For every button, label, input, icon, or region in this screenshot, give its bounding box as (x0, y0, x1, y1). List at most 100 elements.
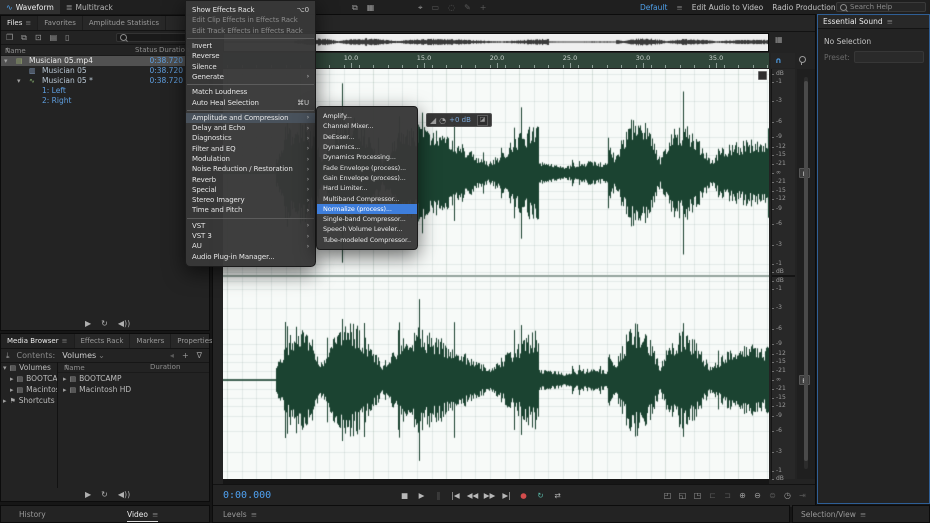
preset-dropdown[interactable] (854, 51, 924, 63)
timecode-display[interactable]: 0:00.000 (223, 490, 271, 501)
toggle-panels-icon[interactable]: ⧉ (352, 3, 358, 12)
fade-out-handle[interactable] (758, 71, 767, 80)
menu-item-channel-mixer[interactable]: Channel Mixer... (317, 121, 417, 131)
view-button-multitrack[interactable]: ≣Multitrack (60, 0, 119, 14)
column-duration[interactable]: Duration (150, 363, 180, 371)
view-button-waveform[interactable]: ∿Waveform (0, 0, 60, 14)
menu-item-hard-limiter[interactable]: Hard Limiter... (317, 183, 417, 193)
file-row-musician-05-mp4[interactable]: ▾▤Musician 05.mp40:38.720 (1, 56, 209, 66)
menu-item-deesser[interactable]: DeEsser... (317, 132, 417, 142)
menu-item-audio-plug-in-manager[interactable]: Audio Plug-in Manager... (186, 252, 315, 262)
menu-item-diagnostics[interactable]: Diagnostics› (186, 133, 315, 143)
panel-menu-icon[interactable]: ≡ (62, 337, 68, 345)
workspace-default[interactable]: Default (640, 3, 667, 12)
menu-item-edit-clip-effects-in-effects-rack[interactable]: Edit Clip Effects in Effects Rack (186, 15, 315, 25)
marquee-selection-tool-icon[interactable]: ▭ (432, 3, 440, 12)
tab-essential-sound[interactable]: Essential Sound≡ (818, 15, 929, 29)
twirl-right-icon[interactable]: ▸ (10, 375, 14, 383)
menu-item-silence[interactable]: Silence (186, 61, 315, 71)
add-shortcut-icon[interactable]: + (182, 351, 189, 360)
menu-item-delay-and-echo[interactable]: Delay and Echo› (186, 123, 315, 133)
twirl-right-icon[interactable]: ▸ (10, 386, 14, 394)
media-list-row-bootcamp[interactable]: ▸▤BOOTCAMP (58, 373, 209, 384)
tab-amplitude-statistics[interactable]: Amplitude Statistics (83, 16, 166, 30)
menu-item-filter-and-eq[interactable]: Filter and EQ› (186, 144, 315, 154)
menu-item-match-loudness[interactable]: Match Loudness (186, 87, 315, 97)
time-selection-tool-icon[interactable]: ⌖ (418, 3, 423, 12)
zoom-reset-button[interactable]: ◷ (781, 489, 794, 502)
zoom-in-point-button[interactable]: ◰ (661, 489, 674, 502)
file-row-musician-05[interactable]: ▥Musician 050:38.720 (1, 66, 209, 76)
menu-item-amplitude-and-compression[interactable]: Amplitude and Compression› (186, 113, 315, 123)
paintbrush-tool-icon[interactable]: ✎ (464, 3, 471, 12)
move-cti-next-button[interactable]: ▶| (499, 489, 514, 502)
fast-forward-button[interactable]: ▶▶ (482, 489, 497, 502)
download-media-icon[interactable]: ⤓ (6, 351, 10, 361)
hud-settings-button[interactable]: ◪ (477, 115, 488, 126)
menu-item-tube-modeled-compressor[interactable]: Tube-modeled Compressor... (317, 235, 417, 245)
panel-menu-icon[interactable]: ≡ (25, 19, 31, 27)
tab-levels[interactable]: Levels≡ (223, 510, 257, 519)
menu-item-noise-reduction-restoration[interactable]: Noise Reduction / Restoration› (186, 164, 315, 174)
menu-item-reverse[interactable]: Reverse (186, 51, 315, 61)
knob-icon[interactable]: ◔ (439, 116, 446, 125)
workspace-item-radio-production[interactable]: Radio Production (772, 3, 835, 12)
loop-button[interactable]: ↻ (101, 490, 108, 499)
trash-icon[interactable]: ▯ (65, 33, 69, 43)
file-row-2-right[interactable]: 2: Right (1, 96, 209, 106)
play-button[interactable]: ▶ (414, 489, 429, 502)
menu-item-stereo-imagery[interactable]: Stereo Imagery› (186, 195, 315, 205)
tree-item-macintosh-hd[interactable]: ▸▤Macintosh HD (1, 384, 57, 395)
menu-item-dynamics-processing[interactable]: Dynamics Processing... (317, 152, 417, 162)
menu-item-dynamics[interactable]: Dynamics... (317, 142, 417, 152)
zoom-selection-right-button[interactable]: ⊐ (721, 489, 734, 502)
tree-item-shortcuts[interactable]: ▸⚑Shortcuts (1, 395, 57, 406)
pause-button[interactable]: ‖ (431, 489, 446, 502)
menu-item-vst[interactable]: VST› (186, 221, 315, 231)
menu-item-show-effects-rack[interactable]: Show Effects Rack⌥0 (186, 5, 315, 15)
zoom-selection-left-button[interactable]: ⊏ (706, 489, 719, 502)
filter-icon[interactable]: ∇ (197, 351, 202, 360)
back-icon[interactable]: ◂ (170, 351, 174, 360)
speaker-icon[interactable]: ◀)) (118, 490, 130, 499)
column-status[interactable]: Status (135, 46, 157, 54)
zoom-in-time-button[interactable]: ⊕ (736, 489, 749, 502)
spot-healing-tool-icon[interactable]: + (480, 3, 487, 12)
workspace-menu-icon[interactable]: ≡ (676, 3, 682, 12)
zoom-out-time-button[interactable]: ⊖ (751, 489, 764, 502)
tab-history[interactable]: History (19, 510, 46, 519)
grid-options-icon[interactable]: ▦ (775, 35, 783, 44)
workspace-item-edit-audio-to-video[interactable]: Edit Audio to Video (692, 3, 764, 12)
menu-item-edit-track-effects-in-effects-rack[interactable]: Edit Track Effects in Effects Rack (186, 26, 315, 36)
tree-item-volumes[interactable]: ▾▤Volumes (1, 362, 57, 373)
menu-item-au[interactable]: AU› (186, 241, 315, 251)
tab-markers[interactable]: Markers (130, 334, 171, 348)
twirl-right-icon[interactable]: ▸ (3, 397, 7, 405)
menu-item-modulation[interactable]: Modulation› (186, 154, 315, 164)
menu-item-vst-3[interactable]: VST 3› (186, 231, 315, 241)
play-button[interactable]: ▶ (85, 490, 91, 499)
media-list-row-macintosh-hd[interactable]: ▸▤Macintosh HD (58, 384, 209, 395)
menu-item-amplify[interactable]: Amplify... (317, 111, 417, 121)
play-button[interactable]: ▶ (85, 319, 91, 328)
menu-item-invert[interactable]: Invert (186, 41, 315, 51)
tab-selection-view[interactable]: Selection/View≡ (801, 510, 866, 519)
amplitude-ruler[interactable]: dB-1-3-6-9-12-15-21∞-21-15-12-9-6-3-1dBd… (771, 69, 795, 479)
twirl-down-icon[interactable]: ▾ (3, 364, 7, 372)
contents-dropdown[interactable]: Volumes ⌄ (62, 350, 105, 361)
twirl-down-icon[interactable]: ▾ (17, 76, 21, 86)
tab-files[interactable]: Files≡ (1, 16, 38, 30)
file-row-1-left[interactable]: 1: Left (1, 86, 209, 96)
menu-item-single-band-compressor[interactable]: Single-band Compressor... (317, 214, 417, 224)
menu-item-normalize-process[interactable]: Normalize (process)... (317, 204, 417, 214)
loop-playback-button[interactable]: ↻ (533, 489, 548, 502)
monitor-icon[interactable]: ∩ (771, 53, 795, 68)
open-file-icon[interactable]: ❐ (6, 33, 13, 43)
vertical-zoom-scrollbar[interactable] (804, 77, 808, 469)
menu-item-auto-heal-selection[interactable]: Auto Heal Selection⌘U (186, 97, 315, 107)
twirl-right-icon[interactable]: ▸ (63, 386, 67, 394)
tab-video[interactable]: Video≡ (127, 510, 158, 522)
zoom-to-selection-button[interactable]: ◳ (691, 489, 704, 502)
speaker-icon[interactable]: ◀)) (118, 319, 130, 328)
hud-gain-value[interactable]: +0 dB (449, 116, 471, 124)
